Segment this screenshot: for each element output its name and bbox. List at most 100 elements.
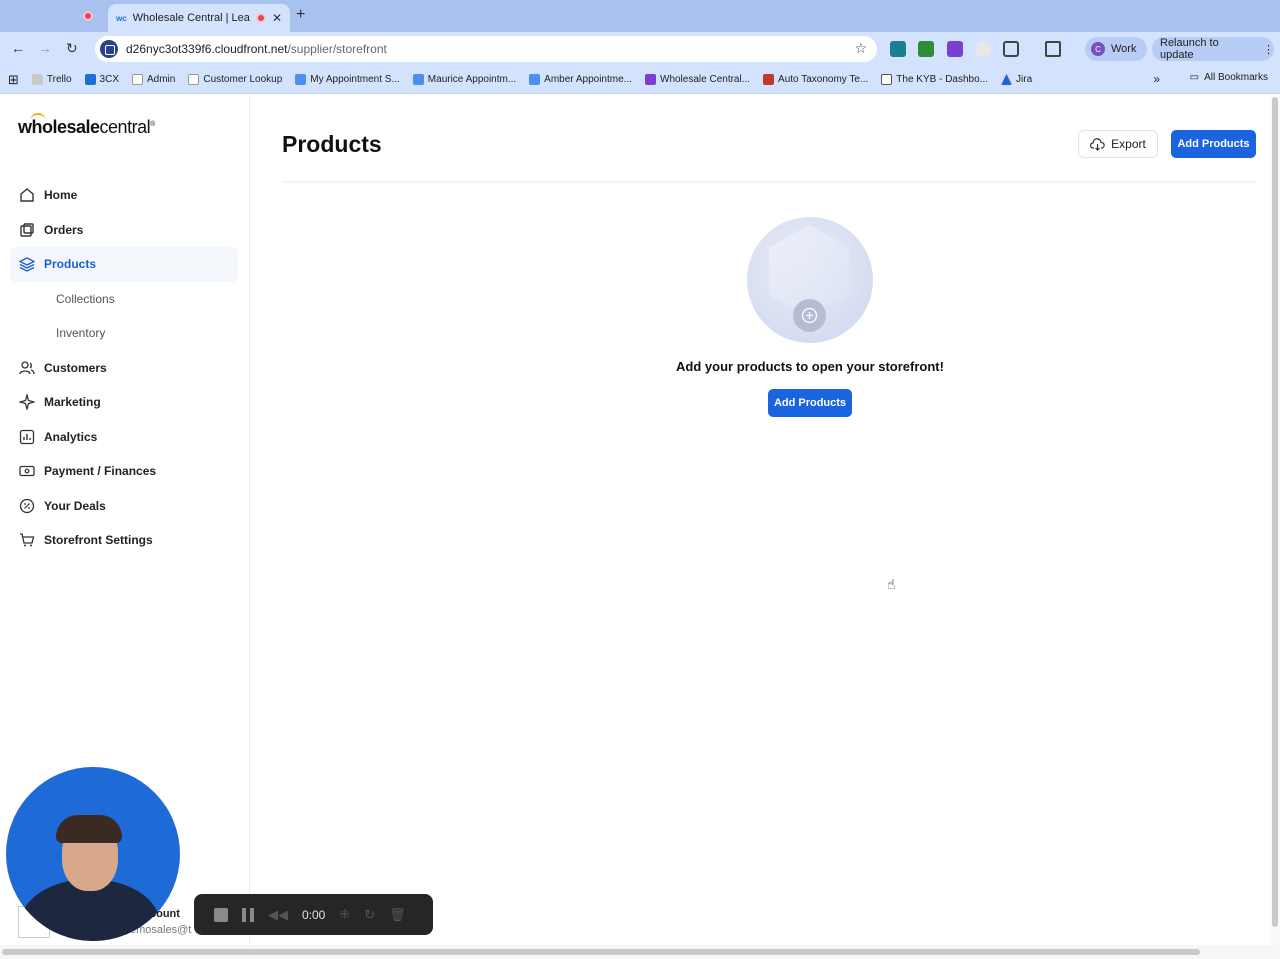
logo-arc-icon [30, 113, 46, 121]
percent-icon [19, 498, 35, 513]
all-bookmarks-button[interactable]: ▭ All Bookmarks [1190, 72, 1268, 83]
bookmark-star-icon[interactable]: ☆ [854, 40, 867, 57]
active-tab-title: Wholesale Central | Lead [132, 12, 250, 24]
bookmarks-bar: ⊞ Trello 3CX Admin Customer Lookup My Ap… [0, 66, 1280, 94]
wholesale-icon [645, 74, 656, 85]
tab-recording-icon [255, 13, 266, 23]
pause-icon[interactable] [242, 907, 254, 922]
layers-icon [19, 257, 35, 272]
tab-search-icon[interactable] [1045, 41, 1061, 57]
sidebar-item-home[interactable]: Home [10, 178, 238, 213]
relaunch-label: Relaunch to update [1160, 37, 1219, 61]
bookmark-amber-appointment[interactable]: Amber Appointme... [529, 74, 632, 85]
active-tab[interactable]: wc Wholesale Central | Lead ✕ [108, 4, 290, 32]
profile-avatar: C [1091, 42, 1105, 56]
extension-b-icon[interactable] [890, 41, 906, 57]
sidebar-item-payment-finances[interactable]: Payment / Finances [10, 454, 238, 489]
recording-timer: 0:00 [302, 907, 326, 922]
restart-icon[interactable]: ↻ [364, 907, 375, 923]
sidebar-nav: Home Orders Products Collections Invento… [10, 178, 238, 558]
site-info-icon[interactable] [100, 40, 118, 58]
sidebar-item-marketing[interactable]: Marketing [10, 385, 238, 420]
wholesale-central-favicon-icon: wc [116, 13, 127, 23]
person-hair [56, 815, 122, 843]
bookmark-admin[interactable]: Admin [132, 74, 175, 85]
orders-icon [20, 223, 34, 237]
profile-chip[interactable]: C Work [1085, 37, 1147, 61]
wc-icon [188, 74, 200, 85]
cc-icon [763, 74, 775, 85]
reload-icon[interactable]: ↻ [66, 40, 78, 57]
users-icon [19, 361, 35, 374]
extension-green-icon[interactable] [918, 41, 934, 57]
relaunch-button[interactable]: Relaunch to update ⋮ [1152, 37, 1274, 61]
empty-add-products-button[interactable]: Add Products [768, 389, 852, 417]
sidebar-item-analytics[interactable]: Analytics [10, 420, 238, 455]
payment-icon [19, 466, 35, 477]
profile-label: Work [1111, 43, 1137, 55]
bookmark-wholesale-central[interactable]: Wholesale Central... [645, 74, 750, 85]
sidebar-item-products[interactable]: Products [10, 247, 238, 282]
browser-toolbar: ← → ↻ d26nyc3ot339f6.cloudfront.net/supp… [0, 32, 1280, 66]
trash-icon[interactable]: 🗑 [389, 907, 406, 923]
horizontal-scrollbar[interactable] [0, 945, 1280, 959]
bookmark-trello[interactable]: Trello [31, 74, 72, 85]
header-divider [282, 181, 1256, 183]
forward-icon[interactable]: → [38, 40, 52, 56]
more-bookmarks-icon[interactable]: » [1153, 72, 1160, 86]
cart-icon [20, 533, 35, 547]
page-title: Products [282, 131, 382, 157]
browser-tab-strip: wc Wholesale Central | Lead ✕ + [0, 0, 1280, 32]
url-path: /supplier/storefront [287, 42, 387, 56]
add-circle-icon [793, 299, 826, 332]
export-button[interactable]: Export [1078, 130, 1158, 158]
bookmark-3cx[interactable]: 3CX [84, 74, 119, 85]
new-tab-icon[interactable]: + [296, 6, 305, 24]
address-bar[interactable]: d26nyc3ot339f6.cloudfront.net/supplier/s… [95, 36, 877, 62]
extension-purple-icon[interactable] [947, 41, 963, 57]
sidebar-item-orders[interactable]: Orders [10, 213, 238, 248]
tab-close-icon[interactable]: ✕ [272, 11, 282, 25]
bookmark-my-appointment[interactable]: My Appointment S... [295, 74, 400, 85]
vertical-scroll-thumb[interactable] [1272, 97, 1278, 927]
wc-icon [132, 74, 143, 85]
vertical-scrollbar[interactable] [1270, 95, 1280, 945]
sidebar-item-inventory[interactable]: Inventory [10, 316, 238, 351]
bookmark-customer-lookup[interactable]: Customer Lookup [188, 74, 282, 85]
jira-icon [1001, 74, 1013, 85]
chart-icon [19, 429, 35, 444]
sidebar-item-storefront-settings[interactable]: Storefront Settings [10, 523, 238, 558]
trello-icon [31, 74, 43, 85]
kyb-icon [881, 74, 893, 85]
apps-grid-icon[interactable]: ⊞ [8, 72, 19, 88]
bookmark-kyb-dashboard[interactable]: The KYB - Dashbo... [881, 74, 988, 85]
recording-dot-icon [83, 11, 93, 21]
recorder-controls: ◀◀ 0:00 ⁜ ↻ 🗑 [194, 894, 433, 935]
wholesale-central-logo[interactable]: wholesalecentral® [18, 113, 155, 138]
back-icon[interactable]: ← [11, 40, 25, 56]
empty-state-message: Add your products to open your storefron… [676, 359, 944, 374]
bookmark-auto-taxonomy[interactable]: Auto Taxonomy Te... [763, 74, 868, 85]
home-icon [20, 188, 34, 202]
add-products-button[interactable]: Add Products [1171, 130, 1256, 158]
folder-icon: ▭ [1189, 72, 1200, 83]
stop-recording-icon[interactable] [214, 907, 228, 922]
bookmark-jira[interactable]: Jira [1001, 74, 1032, 85]
menu-kebab-icon[interactable]: ⋮ [1263, 43, 1274, 56]
cloud-download-icon [1090, 137, 1105, 151]
sidebar-item-your-deals[interactable]: Your Deals [10, 489, 238, 524]
3cx-icon [84, 74, 96, 85]
calendar-icon [412, 74, 424, 85]
hand-cursor-icon: ☝ [887, 576, 896, 592]
grid-icon[interactable]: ⁜ [339, 907, 350, 923]
extensions-puzzle-icon[interactable] [1003, 41, 1019, 57]
webcam-bubble[interactable] [6, 767, 180, 941]
sidebar-item-collections[interactable]: Collections [10, 282, 238, 317]
calendar-icon [295, 74, 307, 85]
recording-tab[interactable] [70, 6, 106, 26]
rewind-icon[interactable]: ◀◀ [268, 907, 288, 923]
bookmark-maurice-appointment[interactable]: Maurice Appointm... [412, 74, 516, 85]
sidebar-item-customers[interactable]: Customers [10, 351, 238, 386]
extension-circle-icon[interactable] [975, 41, 991, 57]
horizontal-scroll-thumb[interactable] [2, 949, 1200, 955]
